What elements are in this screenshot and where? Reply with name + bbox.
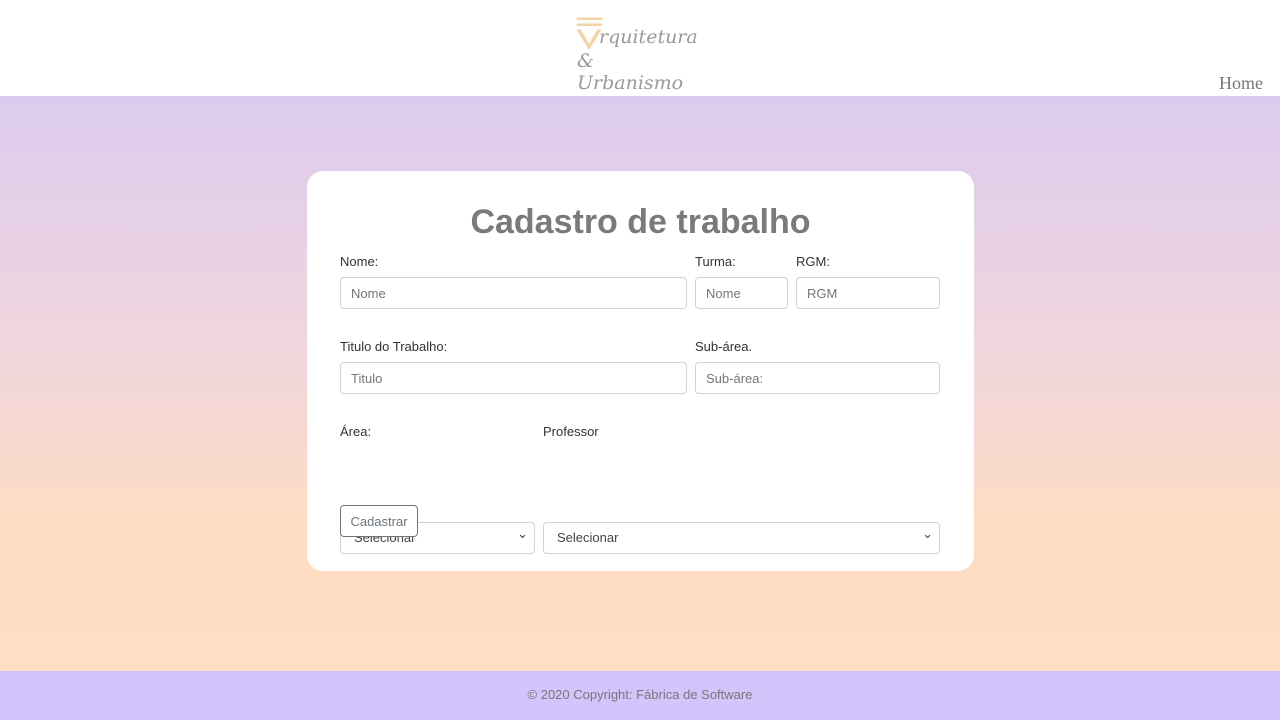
logo: ⩢ rquitetura & Urbanismo	[575, 6, 698, 94]
rgm-label: RGM:	[796, 254, 830, 269]
nome-input[interactable]	[340, 277, 687, 309]
main-content: Cadastro de trabalho Nome: Turma: RGM: T…	[0, 96, 1280, 671]
nav-home-link[interactable]: Home	[1219, 73, 1263, 94]
copyright-text: © 2020 Copyright: Fábrica de Software	[527, 687, 753, 702]
turma-label: Turma:	[695, 254, 736, 269]
registration-form: Cadastro de trabalho Nome: Turma: RGM: T…	[307, 171, 974, 571]
header: ⩢ rquitetura & Urbanismo Home	[0, 0, 1280, 96]
subarea-input[interactable]	[695, 362, 940, 394]
cadastrar-button[interactable]: Cadastrar	[340, 505, 418, 537]
professor-select-value: Selecionar	[557, 530, 619, 545]
footer: © 2020 Copyright: Fábrica de Software	[0, 671, 1280, 720]
rgm-input[interactable]	[796, 277, 940, 309]
logo-line1: rquitetura	[599, 26, 698, 48]
subarea-label: Sub-área.	[695, 339, 753, 354]
titulo-label: Titulo do Trabalho:	[340, 339, 448, 354]
area-label: Área:	[340, 424, 372, 439]
professor-label: Professor	[543, 424, 599, 439]
titulo-input[interactable]	[340, 362, 687, 394]
nome-label: Nome:	[340, 254, 379, 269]
turma-input[interactable]	[695, 277, 788, 309]
logo-line2: & Urbanismo	[577, 50, 684, 94]
page-title: Cadastro de trabalho	[470, 203, 811, 241]
professor-select[interactable]: Selecionar	[543, 519, 940, 554]
